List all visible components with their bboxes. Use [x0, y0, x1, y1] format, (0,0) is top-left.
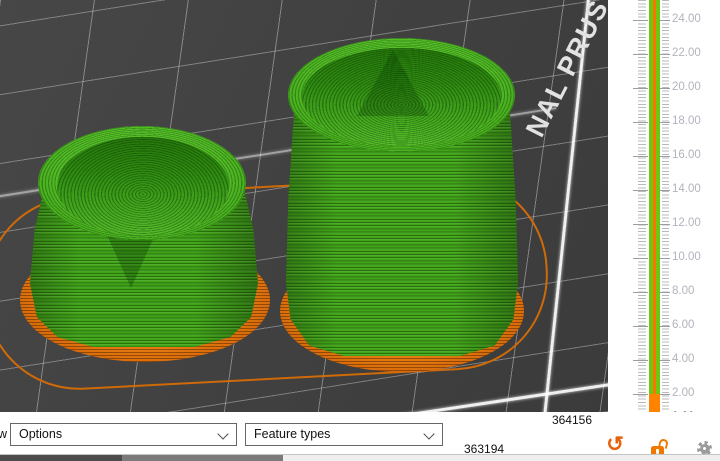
chevron-down-icon [217, 428, 229, 440]
tick-label: 22.00 [672, 47, 701, 59]
tick-label: 6.00 [672, 319, 695, 331]
tick-label: 10.00 [672, 251, 701, 263]
move-slider-upper-value: 364156 [551, 413, 592, 427]
layer-tick-row: 12.00 [608, 216, 720, 232]
status-strip [0, 454, 720, 461]
slicer-preview-window: NAL PRUS 24.00 22.00 20.00 18.00 16.00 1… [0, 0, 720, 461]
undo-button[interactable]: ↺ [604, 434, 626, 456]
layer-tick-row: 14.00 [608, 182, 720, 198]
layer-tick-row: 20.00 [608, 80, 720, 96]
tick-label: 12.00 [672, 217, 701, 229]
sliced-object-right-interior [302, 48, 501, 146]
layer-tick-row: 6.00 [608, 318, 720, 334]
layer-tick-row: 2.00 [608, 386, 720, 402]
layer-tick-row: 18.00 [608, 114, 720, 130]
layer-tick-row: 4.00 [608, 352, 720, 368]
feature-types-dropdown-value: Feature types [254, 427, 331, 441]
layer-tick-row: 24.00 [608, 12, 720, 28]
feature-types-dropdown[interactable]: Feature types [245, 423, 443, 446]
tick-label: 18.00 [672, 115, 701, 127]
view-label-partial: w [0, 427, 8, 441]
preview-toolbar: w Options Feature types 364156 363194 ↺ [0, 412, 720, 457]
layer-tick-row: 22.00 [608, 46, 720, 62]
tick-label: 24.00 [672, 13, 701, 25]
bed-logo-text: NAL PRUS [520, 0, 608, 142]
tick-label: 16.00 [672, 149, 701, 161]
seam-pattern [357, 50, 429, 116]
3d-viewport[interactable]: NAL PRUS [0, 0, 608, 412]
layer-tick-row: 8.00 [608, 284, 720, 300]
layer-tick-row: 10.00 [608, 250, 720, 266]
options-dropdown-value: Options [19, 427, 63, 441]
layer-slider-panel: 24.00 22.00 20.00 18.00 16.00 14.00 12.0… [608, 0, 720, 454]
tick-label: 14.00 [672, 183, 701, 195]
tick-label: 4.00 [672, 353, 695, 365]
tick-label: 2.00 [672, 387, 695, 399]
undo-icon: ↺ [606, 433, 624, 456]
tick-label: 8.00 [672, 285, 695, 297]
options-dropdown[interactable]: Options [10, 423, 237, 446]
chevron-down-icon [423, 428, 435, 440]
tick-label: 20.00 [672, 81, 701, 93]
sliced-object-left-interior [57, 137, 229, 236]
layer-tick-row: 16.00 [608, 148, 720, 164]
